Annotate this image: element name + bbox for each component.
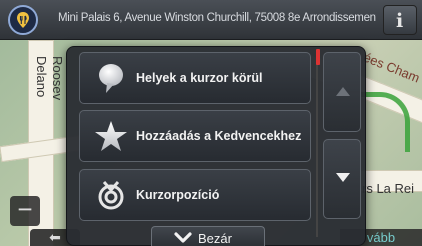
star-icon: [95, 121, 127, 151]
chevron-down-icon: [174, 232, 192, 243]
street-label: rs La Rei: [362, 181, 415, 196]
cursor-menu-popup: Helyek a kurzor körül Hozzáadás a Kedven…: [66, 46, 366, 246]
target-cursor-icon: [98, 181, 124, 210]
info-icon: i: [396, 10, 404, 32]
speech-bubble-icon: [99, 64, 123, 93]
location-pin-icon[interactable]: [8, 5, 38, 35]
scrollbar-track: [316, 52, 318, 237]
scroll-down-button[interactable]: [323, 139, 361, 219]
menu-item-cursor-position[interactable]: Kurzorpozíció: [79, 169, 311, 221]
zoom-out-button[interactable]: −: [10, 196, 40, 226]
arrow-up-icon: [336, 87, 350, 96]
close-button-label: Bezár: [198, 231, 232, 246]
address-text: Mini Palais 6, Avenue Winston Churchill,…: [58, 12, 376, 24]
arrow-down-icon: [336, 173, 350, 182]
street-label: Delano: [34, 56, 49, 98]
scrollbar-thumb[interactable]: [316, 49, 320, 65]
menu-item-add-to-favorites[interactable]: Hozzáadás a Kedvencekhez: [79, 110, 311, 162]
menu-item-label: Hozzáadás a Kedvencekhez: [136, 129, 302, 143]
info-button[interactable]: i: [383, 5, 417, 35]
top-bar: Mini Palais 6, Avenue Winston Churchill,…: [0, 0, 422, 40]
close-button[interactable]: Bezár: [151, 226, 265, 246]
street-label: Roosev: [50, 56, 65, 101]
menu-item-places-around-cursor[interactable]: Helyek a kurzor körül: [79, 52, 311, 104]
menu-item-label: Helyek a kurzor körül: [136, 71, 263, 85]
menu-item-label: Kurzorpozíció: [136, 188, 220, 202]
scroll-up-button[interactable]: [323, 52, 361, 132]
